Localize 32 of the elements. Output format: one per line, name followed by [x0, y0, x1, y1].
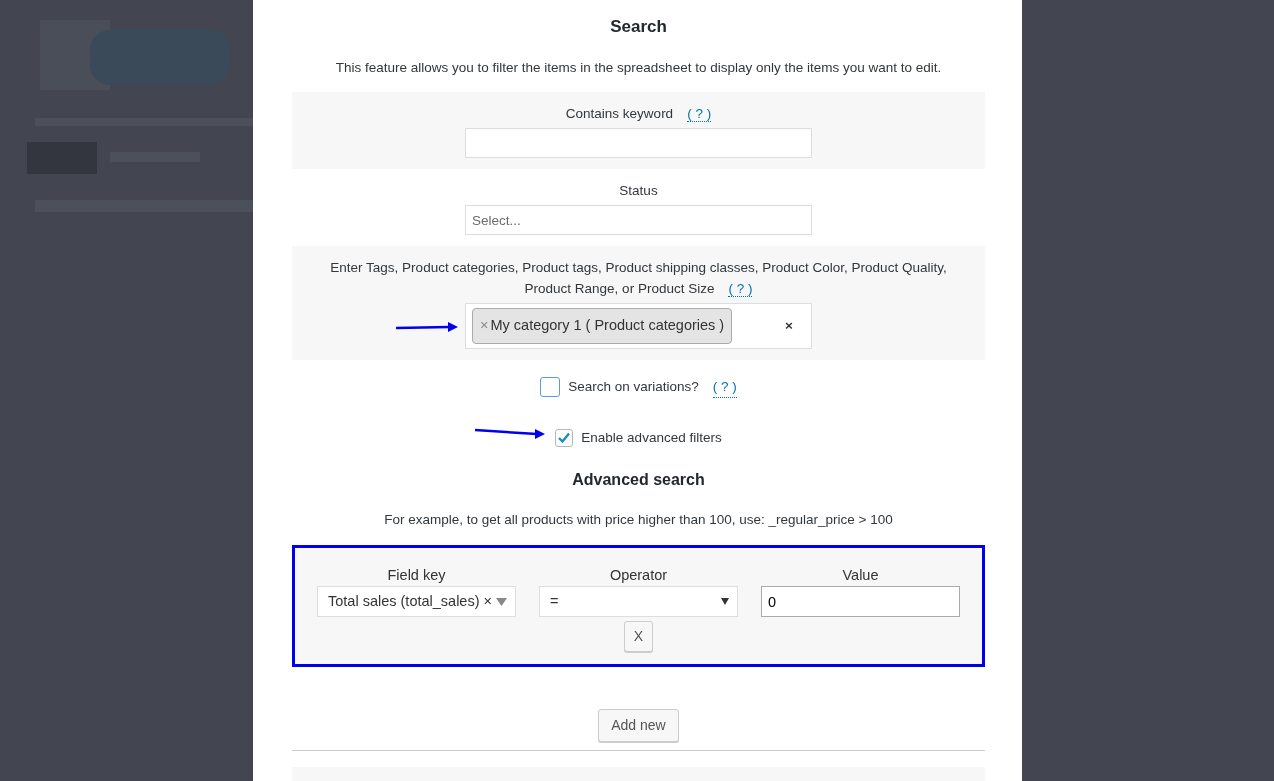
- column-label: Field key: [386, 565, 447, 585]
- checkbox[interactable]: [555, 429, 574, 448]
- status-select[interactable]: Select...: [465, 205, 812, 236]
- section-title: Advanced search: [571, 470, 706, 491]
- help-link[interactable]: ( ? ): [728, 280, 753, 297]
- field-key-select[interactable]: Total sales (total_sales) ×: [317, 586, 516, 618]
- dialog-title: Search: [609, 16, 668, 38]
- value-field[interactable]: 0: [761, 586, 960, 618]
- field-label: Contains keyword ( ? ): [564, 104, 713, 124]
- tag-label: My category 1 ( Product categories ): [490, 316, 725, 333]
- dropdown-caret-icon[interactable]: [721, 598, 729, 606]
- help-link[interactable]: ( ? ): [687, 105, 712, 122]
- select-value: =: [550, 591, 559, 611]
- operator-select[interactable]: =: [539, 586, 738, 618]
- checkbox-label: Search on variations?: [568, 378, 699, 397]
- column-label: Value: [841, 565, 880, 585]
- dialog-description: This feature allows you to filter the items in the spreadsheet to display only the items you want to edit.: [334, 58, 943, 77]
- tags-field[interactable]: ×My category 1 ( Product categories ) ×: [465, 302, 812, 349]
- help-link[interactable]: ( ? ): [712, 376, 737, 398]
- add-new-button[interactable]: Add new: [598, 709, 679, 743]
- clear-button[interactable]: ×: [785, 315, 793, 336]
- checkbox-label: Enable advanced filters: [581, 429, 722, 447]
- keyword-field[interactable]: [465, 128, 812, 158]
- tag-chip[interactable]: ×My category 1 ( Product categories ): [472, 307, 733, 344]
- field-label: Status: [618, 182, 659, 200]
- clear-icon[interactable]: ×: [483, 590, 492, 613]
- checkbox[interactable]: [540, 377, 561, 398]
- remove-rule-button[interactable]: X: [623, 621, 654, 653]
- hint-text: For example, to get all products with price higher than 100, use: _regular_price > 100: [383, 511, 894, 530]
- column-label: Operator: [608, 565, 669, 585]
- field-label: Enter Tags, Product categories, Product tags, Product shipping classes, Product Color, Product Quality, Product Range, or Product Size ( ? ): [329, 259, 948, 299]
- select-value: Total sales (total_sales): [328, 591, 480, 611]
